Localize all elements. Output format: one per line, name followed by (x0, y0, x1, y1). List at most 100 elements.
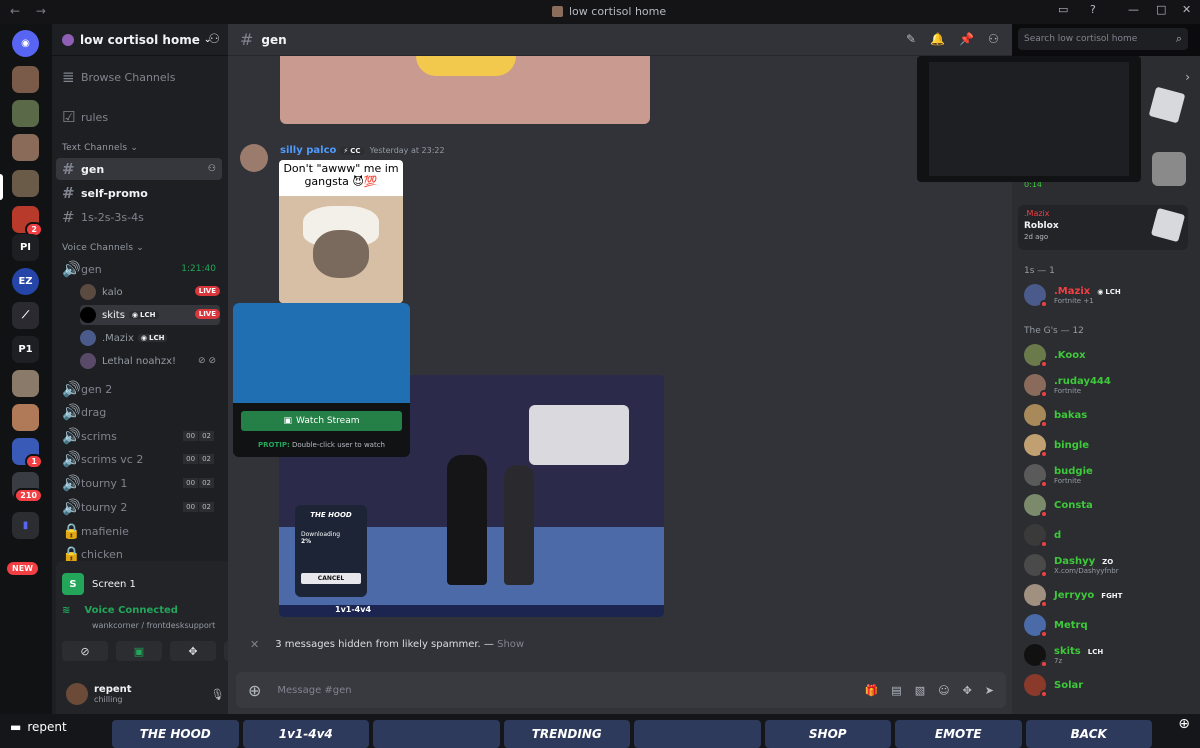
channel-self-promo[interactable]: # self-promo (56, 182, 222, 204)
voice-user-lethal[interactable]: Lethal noahzx! ⊘ ⊘ (80, 351, 220, 371)
voice-channel-scrims[interactable]: 🔊 scrims 00 02 (56, 425, 222, 447)
thumbnail[interactable]: TRENDING (503, 720, 630, 748)
stream-preview[interactable] (233, 303, 410, 403)
server-icon[interactable] (12, 170, 39, 197)
sticker-icon[interactable]: ▧ (915, 684, 925, 697)
member-row[interactable]: .Koox (1024, 342, 1194, 368)
taskbar-app[interactable]: ▬ repent (10, 716, 67, 738)
member-row[interactable]: budgie Fortnite (1024, 462, 1194, 488)
nav-arrows[interactable]: ← → (10, 4, 52, 18)
voice-user-kalo[interactable]: kalo LIVE (80, 282, 220, 302)
meme-image[interactable]: Don't "awww" me im gangsta 😈💯 (279, 160, 403, 303)
member-row[interactable]: Metrq (1024, 612, 1194, 638)
activities-button[interactable]: ✥ (170, 641, 216, 661)
dm-avatar[interactable] (12, 100, 39, 127)
emoji-icon[interactable]: ☺ (938, 684, 949, 697)
server-icon[interactable]: PI (12, 234, 39, 261)
gift-icon[interactable]: 🎁 (865, 684, 879, 697)
apps-icon[interactable]: ✥ (963, 684, 972, 697)
server-icon[interactable] (12, 370, 39, 397)
activity-card[interactable]: .Mazix Roblox 2d ago (1018, 205, 1188, 250)
voice-channel-tourny-2[interactable]: 🔊 tourny 2 00 02 (56, 496, 222, 518)
voice-channel-path[interactable]: wankcorner / frontdesksupport (92, 621, 215, 630)
camera-off-button[interactable]: ⊘ (62, 641, 108, 661)
maximize-icon[interactable]: □ (1156, 3, 1166, 16)
member-mazix[interactable]: .Mazix ◉ LCH Fortnite +1 (1024, 282, 1194, 308)
voice-channel-gen-2[interactable]: 🔊 gen 2 (56, 378, 222, 400)
member-row[interactable]: Jerryyo FGHT (1024, 582, 1194, 608)
category-text-channels[interactable]: Text Channels ⌄ (62, 143, 138, 153)
add-user-icon[interactable]: ⚇ (208, 32, 220, 47)
threads-icon[interactable]: ✎ (906, 32, 916, 46)
thumbnail[interactable]: EMOTE (895, 720, 1022, 748)
voice-connected-status[interactable]: ≋ Voice Connected (62, 605, 178, 616)
gif-icon[interactable]: ▤ (891, 684, 901, 697)
browse-channels[interactable]: ≣ Browse Channels (56, 66, 222, 88)
close-icon[interactable]: ✕ (250, 638, 259, 651)
server-icon[interactable]: EZ (12, 268, 39, 295)
channel-gen[interactable]: # gen ⚇ (56, 158, 222, 180)
voice-user-mazix[interactable]: .Mazix ◉ LCH (80, 328, 220, 348)
screen-share-button[interactable]: ▣ (116, 641, 162, 661)
inbox-icon[interactable]: ▭ (1058, 3, 1068, 16)
member-row[interactable]: Dashyy ZO X.com/Dashyyfnbr (1024, 552, 1194, 578)
voice-channel-drag[interactable]: 🔊 drag (56, 401, 222, 423)
user-info[interactable]: repent chilling (94, 684, 132, 704)
add-member-icon[interactable]: ⚇ (208, 164, 216, 174)
avatar[interactable] (1152, 152, 1186, 186)
minimize-icon[interactable]: — (1128, 3, 1139, 16)
send-icon[interactable]: ➤ (985, 684, 994, 697)
server-icon[interactable]: P1 (12, 336, 39, 363)
member-row[interactable]: .ruday444 Fortnite (1024, 372, 1194, 398)
dm-avatar[interactable] (12, 134, 39, 161)
server-icon[interactable] (12, 404, 39, 431)
message-composer[interactable]: ⊕ Message #gen 🎁 ▤ ▧ ☺ ✥ ➤ (236, 672, 1006, 708)
discord-home-icon[interactable]: ◉ (12, 30, 39, 57)
member-row[interactable]: d (1024, 522, 1194, 548)
message-input[interactable]: Message #gen (277, 685, 351, 696)
member-row[interactable]: Solar (1024, 672, 1194, 698)
voice-channel-mafienie[interactable]: 🔒 mafienie (56, 520, 222, 542)
close-icon[interactable]: ✕ (1182, 3, 1191, 16)
microphone-icon[interactable]: 🎙 (210, 688, 224, 701)
voice-user-skits[interactable]: skits ◉ LCH LIVE (80, 305, 220, 325)
channel-rules[interactable]: ☑ rules (56, 106, 222, 128)
folder-icon[interactable]: ▮ (12, 512, 39, 539)
help-icon[interactable]: ? (1090, 3, 1096, 16)
member-row[interactable]: bakas (1024, 402, 1194, 428)
show-link[interactable]: Show (497, 639, 524, 650)
avatar[interactable] (66, 683, 88, 705)
image-attachment[interactable] (280, 56, 650, 124)
author-name[interactable]: silly palco (280, 145, 336, 156)
chevron-right-icon[interactable]: › (1185, 70, 1190, 84)
voice-channel-scrims-vc-2[interactable]: 🔊 scrims vc 2 00 02 (56, 448, 222, 470)
thumbnail[interactable]: SHOP (764, 720, 891, 748)
voice-channel-gen[interactable]: 🔊 gen 1:21:40 (56, 258, 222, 280)
watch-stream-button[interactable]: ▣ Watch Stream (241, 411, 402, 431)
dm-avatar[interactable] (12, 66, 39, 93)
pin-icon[interactable]: 📌 (959, 32, 974, 46)
voice-channel-tourny-1[interactable]: 🔊 tourny 1 00 02 (56, 472, 222, 494)
member-row[interactable]: Consta (1024, 492, 1194, 518)
avatar[interactable] (240, 144, 268, 172)
members-icon[interactable]: ⚇ (988, 32, 999, 46)
channel-1s-2s-3s-4s[interactable]: #1s-2s-3s-4s (56, 206, 222, 228)
thumbnail[interactable]: THE HOOD (112, 720, 239, 748)
thumbnail[interactable]: 1v1-4v4 (242, 720, 369, 748)
thumbnail[interactable] (373, 720, 500, 748)
search-input[interactable]: Search low cortisol home ⌕ (1018, 28, 1188, 50)
thumbnail[interactable]: BACK (1025, 720, 1152, 748)
thumbnail[interactable] (634, 720, 761, 748)
plus-icon[interactable]: ⊕ (248, 681, 261, 700)
server-header[interactable]: low cortisol home ⌄ ⚇ (52, 24, 228, 56)
category-voice-channels[interactable]: Voice Channels ⌄ (62, 243, 144, 253)
member-row[interactable]: bingle (1024, 432, 1194, 458)
picture-in-picture[interactable] (917, 56, 1141, 182)
server-icon[interactable]: 2 (12, 206, 43, 237)
server-folder-icon[interactable]: 210 (12, 472, 43, 503)
bell-icon[interactable]: 🔔 (930, 32, 945, 46)
zoom-icon[interactable]: ⊕ (1178, 716, 1190, 732)
server-icon[interactable]: 1 (12, 438, 43, 469)
server-icon[interactable]: ⟋ (12, 302, 39, 329)
member-row[interactable]: skits LCH 7z (1024, 642, 1194, 668)
